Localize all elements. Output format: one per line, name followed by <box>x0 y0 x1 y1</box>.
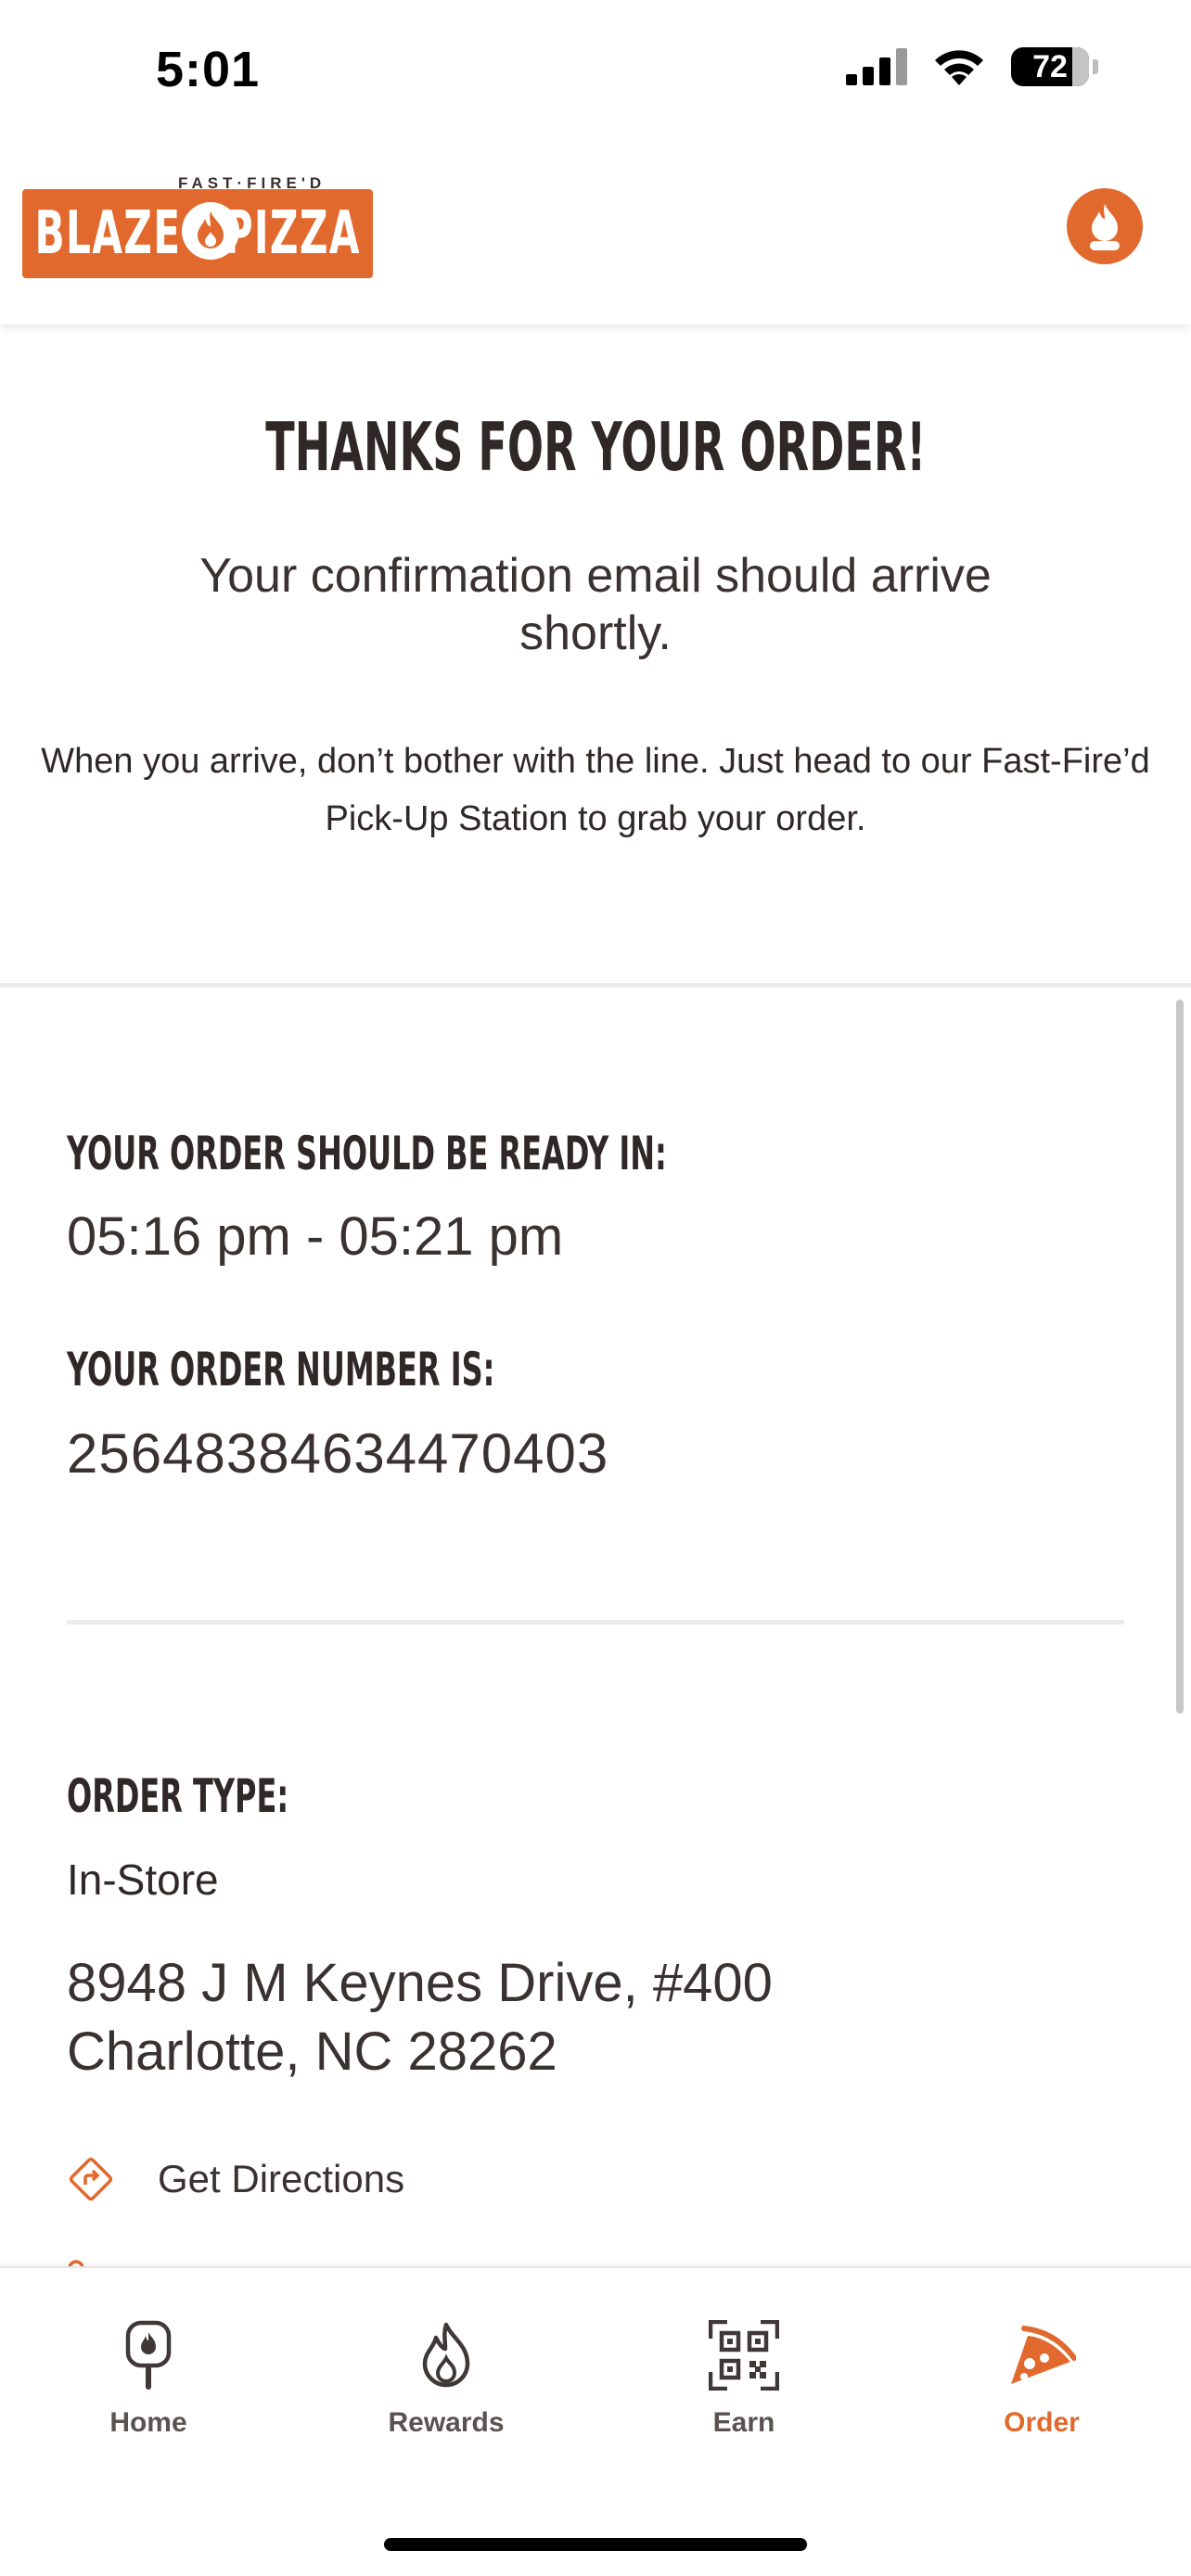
pickup-instructions: When you arrive, don’t bother with the l… <box>41 742 1150 838</box>
app-screen: 5:01 72 FAST·FIRE'D BLAZE PIZZA THANKS F… <box>0 0 1191 2576</box>
map-pin-icon <box>68 2260 84 2266</box>
tab-earn[interactable]: Earn <box>651 2318 837 2439</box>
pizza-slice-icon <box>1005 2318 1079 2392</box>
logo-right-word: PIZZA <box>224 199 361 268</box>
battery-level: 72 <box>1032 48 1068 84</box>
logo-flame-icon <box>182 202 239 260</box>
tab-home[interactable]: Home <box>56 2318 241 2439</box>
tab-home-label: Home <box>109 2407 187 2438</box>
get-directions-label: Get Directions <box>158 2157 405 2200</box>
status-time: 5:01 <box>156 42 261 97</box>
tab-bar: Home Rewards Earn Order <box>0 2266 1191 2576</box>
home-indicator[interactable] <box>384 2538 807 2551</box>
flame-avatar-icon <box>1090 204 1120 250</box>
battery-indicator: 72 <box>1011 47 1089 86</box>
cellular-signal-icon <box>846 48 907 85</box>
tab-earn-label: Earn <box>712 2407 775 2438</box>
pizza-peel-icon <box>111 2318 186 2392</box>
section-divider <box>0 983 1191 988</box>
order-type-label: ORDER TYPE: <box>67 1769 289 1823</box>
qr-code-icon <box>707 2318 781 2392</box>
ready-time-label: YOUR ORDER SHOULD BE READY IN: <box>67 1127 667 1180</box>
flame-icon <box>409 2318 483 2392</box>
order-type-value: In-Store <box>67 1855 219 1904</box>
status-icons: 72 <box>846 46 1098 87</box>
thanks-heading: THANKS FOR YOUR ORDER! <box>264 408 927 486</box>
email-notice: Your confirmation email should arrive sh… <box>199 549 992 660</box>
profile-button[interactable] <box>1067 188 1143 264</box>
app-header: FAST·FIRE'D BLAZE PIZZA <box>0 148 1191 325</box>
ready-time-value: 05:16 pm - 05:21 pm <box>67 1206 564 1267</box>
details-divider <box>67 1620 1124 1625</box>
tab-rewards[interactable]: Rewards <box>353 2318 539 2439</box>
wifi-icon <box>935 50 983 85</box>
order-number-label: YOUR ORDER NUMBER IS: <box>67 1343 495 1396</box>
get-directions-link[interactable]: Get Directions <box>65 2153 404 2205</box>
status-bar: 5:01 72 <box>0 0 1191 148</box>
blaze-pizza-logo[interactable]: BLAZE PIZZA <box>22 189 373 278</box>
address-line-2: Charlotte, NC 28262 <box>67 2021 557 2082</box>
tab-rewards-label: Rewards <box>388 2407 505 2438</box>
scrollbar[interactable] <box>1176 1000 1184 1714</box>
battery-nub <box>1093 59 1098 74</box>
tab-order[interactable]: Order <box>949 2318 1134 2439</box>
directions-icon <box>69 2157 113 2201</box>
order-confirmation: THANKS FOR YOUR ORDER! Your confirmation… <box>0 325 1191 2266</box>
logo-left-word: BLAZE <box>34 199 182 268</box>
store-address: 8948 J M Keynes Drive, #400 Charlotte, N… <box>67 1949 773 2086</box>
tab-order-label: Order <box>1004 2407 1080 2438</box>
order-number-value: 25648384634470403 <box>67 1422 609 1485</box>
address-line-1: 8948 J M Keynes Drive, #400 <box>67 1953 773 2013</box>
